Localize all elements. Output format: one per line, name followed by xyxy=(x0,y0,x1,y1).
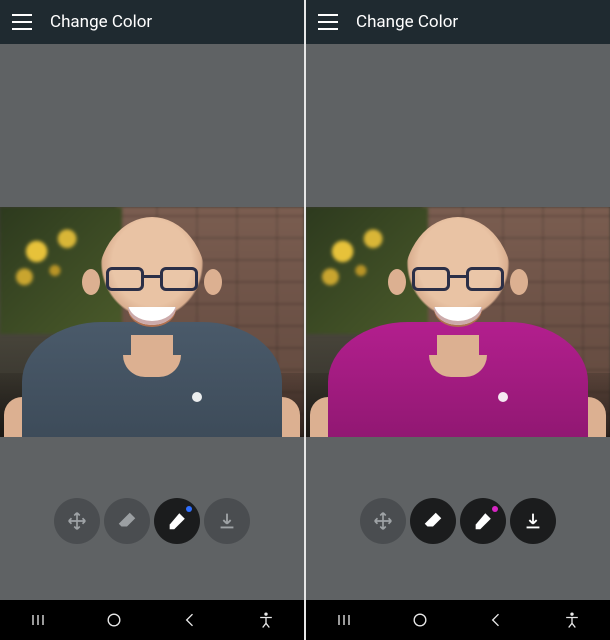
move-button[interactable] xyxy=(54,498,100,544)
home-icon xyxy=(104,610,124,630)
shirt-logo xyxy=(498,392,508,402)
photo-preview[interactable] xyxy=(306,207,610,437)
top-bar: Change Color xyxy=(306,0,610,44)
system-nav-bar xyxy=(306,600,610,640)
page-title: Change Color xyxy=(50,12,152,32)
menu-icon[interactable] xyxy=(12,14,32,30)
brush-icon xyxy=(472,510,494,532)
system-nav-bar xyxy=(0,600,304,640)
nav-back-button[interactable] xyxy=(173,603,207,637)
nav-back-button[interactable] xyxy=(479,603,513,637)
top-bar: Change Color xyxy=(0,0,304,44)
brush-button[interactable] xyxy=(460,498,506,544)
page-title: Change Color xyxy=(356,12,458,32)
back-icon xyxy=(486,610,506,630)
brush-icon xyxy=(166,510,188,532)
download-icon xyxy=(216,510,238,532)
recents-icon xyxy=(334,610,354,630)
move-icon xyxy=(372,510,394,532)
menu-icon[interactable] xyxy=(318,14,338,30)
bottom-toolbar xyxy=(0,498,304,544)
download-icon xyxy=(522,510,544,532)
nav-home-button[interactable] xyxy=(403,603,437,637)
nav-accessibility-button[interactable] xyxy=(249,603,283,637)
nav-recents-button[interactable] xyxy=(327,603,361,637)
app-pane-right: Change Color xyxy=(306,0,610,640)
app-pane-left: Change Color xyxy=(0,0,304,640)
download-button[interactable] xyxy=(510,498,556,544)
eraser-button[interactable] xyxy=(410,498,456,544)
nav-accessibility-button[interactable] xyxy=(555,603,589,637)
canvas-area[interactable] xyxy=(306,44,610,600)
eraser-button[interactable] xyxy=(104,498,150,544)
nav-home-button[interactable] xyxy=(97,603,131,637)
color-indicator-icon xyxy=(492,506,498,512)
move-button[interactable] xyxy=(360,498,406,544)
accessibility-icon xyxy=(562,610,582,630)
glasses-icon xyxy=(106,267,198,293)
color-indicator-icon xyxy=(186,506,192,512)
download-button[interactable] xyxy=(204,498,250,544)
glasses-icon xyxy=(412,267,504,293)
back-icon xyxy=(180,610,200,630)
nav-recents-button[interactable] xyxy=(21,603,55,637)
home-icon xyxy=(410,610,430,630)
canvas-area[interactable] xyxy=(0,44,304,600)
recents-icon xyxy=(28,610,48,630)
move-icon xyxy=(66,510,88,532)
shirt-logo xyxy=(192,392,202,402)
bottom-toolbar xyxy=(306,498,610,544)
brush-button[interactable] xyxy=(154,498,200,544)
photo-preview[interactable] xyxy=(0,207,304,437)
accessibility-icon xyxy=(256,610,276,630)
eraser-icon xyxy=(422,510,444,532)
eraser-icon xyxy=(116,510,138,532)
